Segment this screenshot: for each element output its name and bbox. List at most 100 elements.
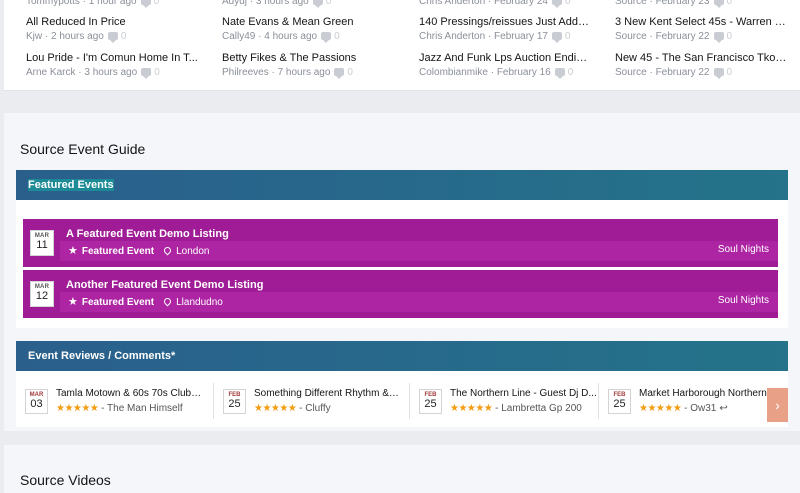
reply-icon: ↩: [719, 403, 728, 414]
event-day: 12: [35, 290, 49, 302]
latest-post-item[interactable]: 140 Pressings/reissues Just Added ... Chr…: [419, 16, 591, 43]
comment-count: 0: [726, 31, 733, 42]
section-heading: Source Videos: [20, 472, 111, 488]
rating-separator: -: [296, 403, 306, 414]
comment-count: 0: [726, 0, 733, 7]
meta-separator: ·: [42, 31, 52, 42]
featured-events-list: MAR 11 A Featured Event Demo Listing ★ Fe…: [16, 200, 788, 328]
featured-badge-label: Featured Event: [81, 297, 155, 308]
review-rating-line: ★★★★★ - Cluffy: [254, 403, 331, 414]
post-time: 2 hours ago: [51, 31, 104, 42]
latest-post-item[interactable]: Adydj · 3 hours ago 0: [222, 0, 394, 8]
chevron-right-icon: ›: [775, 397, 780, 413]
latest-post-item[interactable]: All Reduced In Price Kjw · 2 hours ago 0: [26, 16, 198, 43]
event-category-link[interactable]: Soul Nights: [718, 295, 769, 306]
comment-count: 0: [154, 67, 160, 78]
post-title-link[interactable]: Lou Pride - I'm Comun Home In T...: [26, 52, 198, 64]
post-author[interactable]: Cally49: [222, 31, 255, 42]
event-title-link[interactable]: A Featured Event Demo Listing: [66, 228, 229, 240]
post-author[interactable]: Source: [615, 67, 647, 78]
post-author[interactable]: Colombianmike: [419, 67, 488, 78]
comment-icon: [713, 0, 724, 8]
review-author[interactable]: Lambretta Gp 200: [501, 403, 582, 414]
comment-icon: [713, 32, 724, 43]
review-date-badge: FEB 25: [419, 389, 442, 414]
review-rating-line: ★★★★★ - The Man Himself: [56, 403, 183, 414]
event-title-link[interactable]: Another Featured Event Demo Listing: [66, 279, 263, 291]
latest-posts-panel: Tommypotts · 1 hour ago 0 Adydj · 3 hours …: [4, 0, 800, 91]
post-meta: Adydj · 3 hours ago 0: [222, 0, 394, 8]
rating-separator: -: [681, 403, 691, 414]
latest-post-item[interactable]: New 45 - The San Francisco Tkos -... Sour…: [615, 52, 787, 79]
post-meta: Tommypotts · 1 hour ago 0: [26, 0, 198, 8]
review-author[interactable]: Cluffy: [305, 403, 330, 414]
review-rating-line: ★★★★★ - Lambretta Gp 200: [450, 403, 582, 414]
comment-icon: [140, 0, 151, 8]
event-category-link[interactable]: Soul Nights: [718, 244, 769, 255]
rating-separator: -: [492, 403, 502, 414]
post-meta: Source · February 22 0: [615, 31, 787, 43]
comment-count: 0: [726, 67, 733, 78]
featured-event-card[interactable]: MAR 11 A Featured Event Demo Listing ★ Fe…: [23, 219, 778, 267]
section-heading: Source Event Guide: [20, 141, 146, 157]
review-item[interactable]: MAR 03 Tamla Motown & 60s 70s Club Cl... ★★…: [25, 383, 210, 419]
post-title-link[interactable]: 140 Pressings/reissues Just Added ...: [419, 16, 591, 28]
post-author[interactable]: Kjw: [26, 31, 42, 42]
latest-post-item[interactable]: 3 New Kent Select 45s - Warren Ra... Sour…: [615, 16, 787, 43]
post-time: 1 hour ago: [88, 0, 137, 7]
event-guide-section: Source Event Guide Featured Events MAR 1…: [4, 113, 800, 431]
videos-section: Source Videos: [4, 445, 800, 493]
post-title-link[interactable]: Betty Fikes & The Passions: [222, 52, 394, 64]
post-title-link[interactable]: Jazz And Funk Lps Auction Ending ...: [419, 52, 591, 64]
post-title-link[interactable]: Nate Evans & Mean Green: [222, 16, 394, 28]
review-item[interactable]: FEB 25 Something Different Rhythm & S... ★★…: [223, 383, 408, 419]
post-title-link[interactable]: All Reduced In Price: [26, 16, 198, 28]
review-author[interactable]: Ow31: [690, 403, 716, 414]
latest-post-item[interactable]: Tommypotts · 1 hour ago 0: [26, 0, 198, 8]
post-title-link[interactable]: New 45 - The San Francisco Tkos -...: [615, 52, 787, 64]
post-title-link[interactable]: 3 New Kent Select 45s - Warren Ra...: [615, 16, 787, 28]
review-date-badge: FEB 25: [223, 389, 246, 414]
comment-count: 0: [347, 67, 353, 78]
review-day: 03: [30, 398, 43, 410]
review-divider: [409, 383, 410, 419]
star-icon: ★: [68, 245, 78, 257]
meta-separator: ·: [247, 0, 256, 7]
carousel-next-button[interactable]: ›: [767, 388, 788, 422]
latest-post-item[interactable]: Lou Pride - I'm Comun Home In T... Arne K…: [26, 52, 198, 79]
review-title-link[interactable]: Tamla Motown & 60s 70s Club Cl...: [56, 388, 203, 399]
post-author[interactable]: Chris Anderton: [419, 31, 485, 42]
post-author[interactable]: Source: [615, 0, 647, 7]
review-title-link[interactable]: The Northern Line - Guest Dj D...: [450, 388, 597, 399]
meta-separator: ·: [487, 67, 497, 78]
review-divider: [598, 383, 599, 419]
review-date-badge: MAR 03: [25, 389, 48, 414]
review-author[interactable]: The Man Himself: [107, 403, 183, 414]
latest-post-item[interactable]: Nate Evans & Mean Green Cally49 · 4 hours…: [222, 16, 394, 43]
post-meta: Source · February 23 0: [615, 0, 787, 8]
post-author[interactable]: Tommypotts: [26, 0, 80, 7]
comment-count: 0: [334, 31, 340, 42]
comment-count: 0: [564, 31, 571, 42]
post-author[interactable]: Adydj: [222, 0, 247, 7]
review-item[interactable]: FEB 25 The Northern Line - Guest Dj D... ★★…: [419, 383, 604, 419]
rating-separator: -: [98, 403, 108, 414]
latest-post-item[interactable]: Chris Anderton · February 24 0: [419, 0, 591, 8]
latest-post-item[interactable]: Jazz And Funk Lps Auction Ending ... Colo…: [419, 52, 591, 79]
post-meta: Chris Anderton · February 24 0: [419, 0, 591, 8]
review-day: 25: [613, 398, 626, 410]
review-item[interactable]: FEB 25 Market Harborough Northern & R... ★★…: [608, 383, 789, 419]
post-author[interactable]: Source: [615, 31, 647, 42]
map-pin-icon: [162, 296, 173, 307]
featured-events-title: Featured Events: [28, 179, 114, 191]
featured-event-card[interactable]: MAR 12 Another Featured Event Demo Listi…: [23, 270, 778, 318]
post-author[interactable]: Philreeves: [222, 67, 269, 78]
review-title-link[interactable]: Something Different Rhythm & S...: [254, 388, 401, 399]
event-reviews-header: Event Reviews / Comments*: [16, 341, 788, 371]
post-author[interactable]: Arne Karck: [26, 67, 75, 78]
latest-post-item[interactable]: Source · February 23 0: [615, 0, 787, 8]
event-location: Llandudno: [176, 297, 223, 308]
post-time: February 23: [655, 0, 710, 7]
post-author[interactable]: Chris Anderton: [419, 0, 485, 7]
latest-post-item[interactable]: Betty Fikes & The Passions Philreeves · 7…: [222, 52, 394, 79]
